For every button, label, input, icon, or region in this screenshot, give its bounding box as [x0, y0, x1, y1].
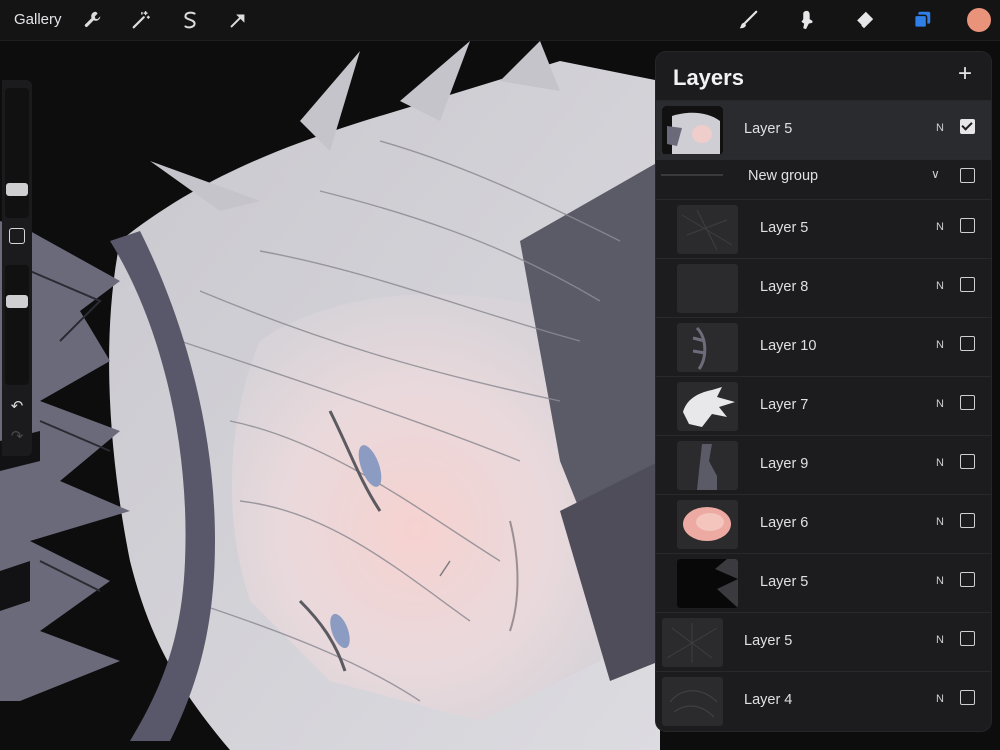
- visibility-checkbox[interactable]: [960, 572, 975, 587]
- layer-row[interactable]: Layer 10 N: [656, 317, 991, 377]
- transform-arrow-icon[interactable]: [224, 6, 252, 34]
- gallery-button[interactable]: Gallery: [14, 11, 62, 28]
- blend-mode-button[interactable]: N: [936, 280, 944, 292]
- blend-mode-button[interactable]: N: [936, 693, 944, 705]
- layer-name: Layer 5: [760, 220, 809, 236]
- opacity-thumb[interactable]: [6, 295, 28, 308]
- layer-name: Layer 4: [744, 692, 793, 708]
- layer-thumbnail: [677, 559, 738, 608]
- layer-row[interactable]: Layer 5 N: [656, 612, 991, 672]
- brush-size-slider[interactable]: [5, 88, 29, 218]
- selection-icon[interactable]: [176, 6, 204, 34]
- layer-name: Layer 7: [760, 397, 809, 413]
- eraser-icon[interactable]: [850, 6, 878, 34]
- visibility-checkbox[interactable]: [960, 690, 975, 705]
- layer-thumbnail: [662, 618, 723, 667]
- group-name: New group: [748, 168, 819, 184]
- blend-mode-button[interactable]: N: [936, 339, 944, 351]
- plus-icon[interactable]: +: [954, 62, 976, 86]
- layer-group-row[interactable]: New group ∨: [656, 154, 991, 200]
- layers-panel-title: Layers: [673, 65, 744, 90]
- layer-name: Layer 6: [760, 515, 809, 531]
- smudge-icon[interactable]: [792, 6, 820, 34]
- blend-mode-button[interactable]: N: [936, 634, 944, 646]
- left-sidebar: ↶ ↷: [2, 80, 32, 456]
- layer-thumbnail: [677, 441, 738, 490]
- blend-mode-button[interactable]: N: [936, 457, 944, 469]
- group-indicator: [661, 174, 723, 176]
- layer-name: Layer 8: [760, 279, 809, 295]
- visibility-checkbox[interactable]: [960, 336, 975, 351]
- layer-thumbnail: [677, 323, 738, 372]
- opacity-slider[interactable]: [5, 265, 29, 385]
- visibility-checkbox[interactable]: [960, 277, 975, 292]
- visibility-checkbox[interactable]: [960, 631, 975, 646]
- layer-row[interactable]: Layer 5 N: [656, 553, 991, 613]
- layer-name: Layer 5: [760, 574, 809, 590]
- layer-row[interactable]: Layer 4 N: [656, 671, 991, 731]
- layer-thumbnail: [662, 106, 723, 155]
- layer-thumbnail: [662, 677, 723, 726]
- blend-mode-button[interactable]: N: [936, 221, 944, 233]
- layer-row[interactable]: Layer 5 N: [656, 199, 991, 259]
- layers-icon[interactable]: [908, 6, 936, 34]
- undo-icon[interactable]: ↶: [8, 398, 26, 416]
- top-toolbar: Gallery: [0, 0, 1000, 41]
- brush-size-thumb[interactable]: [6, 183, 28, 196]
- redo-icon[interactable]: ↷: [8, 428, 26, 446]
- visibility-checkbox[interactable]: [960, 218, 975, 233]
- brush-icon[interactable]: [734, 6, 762, 34]
- wrench-icon[interactable]: [79, 6, 107, 34]
- layer-name: Layer 5: [744, 121, 793, 137]
- blend-mode-button[interactable]: N: [936, 516, 944, 528]
- layer-name: Layer 5: [744, 633, 793, 649]
- visibility-checkbox[interactable]: [960, 395, 975, 410]
- layer-name: Layer 9: [760, 456, 809, 472]
- layer-name: Layer 10: [760, 338, 817, 354]
- layer-thumbnail: [677, 205, 738, 254]
- layer-row[interactable]: Layer 7 N: [656, 376, 991, 436]
- chevron-down-icon[interactable]: ∨: [931, 167, 940, 181]
- layer-row[interactable]: Layer 8 N: [656, 258, 991, 318]
- magic-wand-icon[interactable]: [127, 6, 155, 34]
- layer-row[interactable]: Layer 5 N: [656, 100, 991, 160]
- visibility-checkbox[interactable]: [960, 119, 975, 134]
- visibility-checkbox[interactable]: [960, 454, 975, 469]
- layer-thumbnail: [677, 264, 738, 313]
- blend-mode-button[interactable]: N: [936, 398, 944, 410]
- blend-mode-button[interactable]: N: [936, 122, 944, 134]
- visibility-checkbox[interactable]: [960, 513, 975, 528]
- blend-mode-button[interactable]: N: [936, 575, 944, 587]
- layer-row[interactable]: Layer 9 N: [656, 435, 991, 495]
- layer-thumbnail: [677, 382, 738, 431]
- modify-button[interactable]: [9, 228, 25, 244]
- color-picker-button[interactable]: [967, 8, 991, 32]
- layer-row[interactable]: Layer 6 N: [656, 494, 991, 554]
- visibility-checkbox[interactable]: [960, 168, 975, 183]
- layer-thumbnail: [677, 500, 738, 549]
- layers-panel: Layers + Layer 5 N New group ∨ Layer 5 N…: [656, 52, 991, 731]
